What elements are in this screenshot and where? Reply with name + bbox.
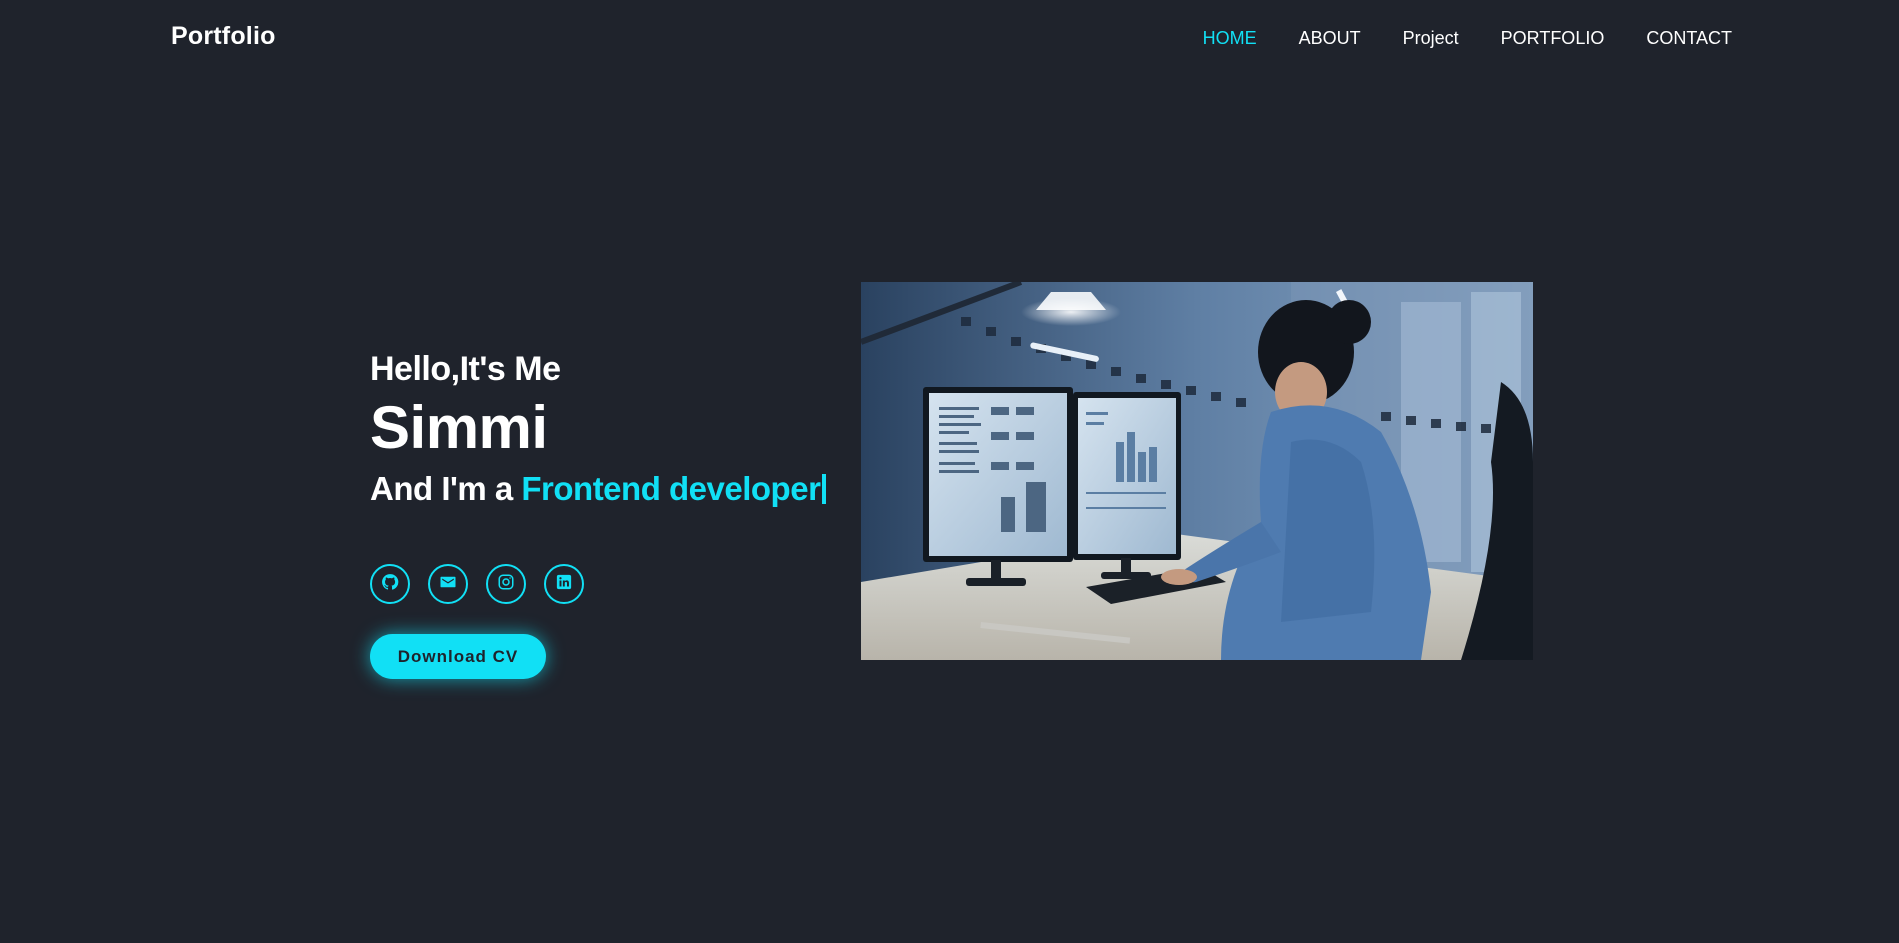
nav-contact[interactable]: CONTACT — [1646, 28, 1732, 49]
linkedin-icon — [555, 573, 573, 596]
nav-home[interactable]: HOME — [1203, 28, 1257, 49]
instagram-icon — [497, 573, 515, 596]
hero-image — [861, 282, 1533, 660]
nav-about[interactable]: ABOUT — [1299, 28, 1361, 49]
typing-cursor — [822, 474, 827, 504]
download-cv-button[interactable]: Download CV — [370, 634, 546, 679]
hero-intro: Hello,It's Me Simmi And I'm a Frontend d… — [370, 345, 870, 515]
hero-role-prefix: And I'm a — [370, 470, 522, 507]
instagram-link[interactable] — [486, 564, 526, 604]
hero-role-highlight: Frontend developer — [521, 470, 821, 507]
nav-project[interactable]: Project — [1403, 28, 1459, 49]
nav-portfolio[interactable]: PORTFOLIO — [1501, 28, 1605, 49]
hero-greeting: Hello,It's Me — [370, 350, 561, 388]
social-links — [370, 564, 584, 604]
github-icon — [381, 573, 399, 596]
github-link[interactable] — [370, 564, 410, 604]
site-logo[interactable]: Portfolio — [171, 22, 276, 51]
hero-role: And I'm a Frontend developer — [370, 463, 870, 515]
email-link[interactable] — [428, 564, 468, 604]
linkedin-link[interactable] — [544, 564, 584, 604]
hero-name: Simmi — [370, 394, 548, 461]
site-header: Portfolio HOME ABOUT Project PORTFOLIO C… — [0, 0, 1899, 78]
main-nav: HOME ABOUT Project PORTFOLIO CONTACT — [1203, 28, 1732, 49]
mail-icon — [439, 573, 457, 596]
